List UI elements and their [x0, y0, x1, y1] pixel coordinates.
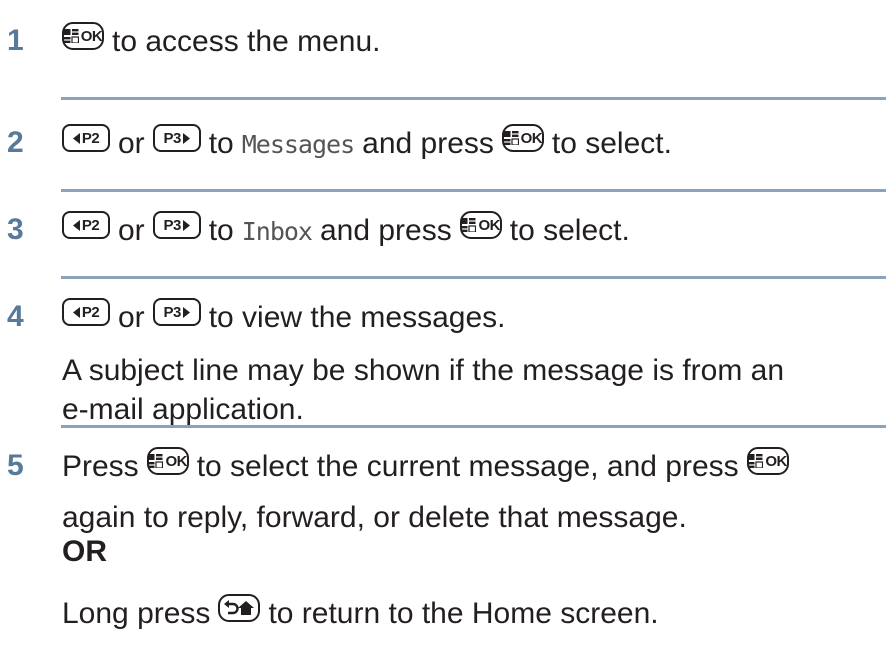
step-text: or	[118, 214, 145, 247]
menu-item-name: Messages	[241, 129, 355, 159]
key-label: P2	[81, 303, 100, 321]
step-text: and press	[362, 127, 494, 160]
step-3-line: P2 or P3 to Inbox and press OK to select.	[62, 211, 638, 248]
key-label: P2	[81, 216, 100, 234]
step-5-line-1: Press OK to select the current message, …	[62, 447, 797, 484]
p3-key: P3	[152, 124, 201, 152]
step-text: to select.	[551, 127, 672, 160]
step-text: to select.	[509, 214, 630, 247]
ok-menu-key: OK	[501, 124, 544, 152]
step-1-line: OK to access the menu.	[62, 22, 388, 59]
key-label: OK	[520, 129, 543, 147]
key-label: OK	[478, 216, 500, 234]
step-5-line-2: again to reply, forward, or delete that …	[62, 501, 687, 534]
step-text: and press	[319, 214, 452, 247]
key-label: OK	[80, 27, 103, 45]
right-triangle-icon	[182, 132, 190, 144]
step-number: 3	[7, 213, 24, 246]
key-label: P2	[81, 129, 100, 147]
step-text: to view the messages.	[208, 301, 506, 334]
menu-grid-icon	[148, 454, 164, 468]
ok-menu-key: OK	[459, 211, 502, 239]
left-triangle-icon	[72, 306, 80, 318]
step-number: 5	[7, 449, 24, 482]
menu-grid-icon	[748, 454, 764, 468]
key-label: P3	[163, 216, 182, 234]
ok-menu-key: OK	[146, 447, 189, 475]
step-5-line-3: Long press to return to the Home screen.	[62, 594, 659, 631]
menu-grid-icon	[461, 218, 477, 232]
step-4-note-line-2: e-mail application.	[62, 393, 304, 426]
p3-key: P3	[152, 298, 201, 326]
step-4-line: P2 or P3 to view the messages.	[62, 298, 514, 335]
key-label: P3	[163, 303, 182, 321]
step-text: to access the menu.	[112, 25, 381, 58]
divider	[61, 425, 886, 428]
step-number: 1	[7, 24, 24, 57]
menu-item-name: Inbox	[241, 216, 313, 246]
step-number: 2	[7, 126, 24, 159]
p3-key: P3	[152, 211, 201, 239]
key-label: OK	[165, 452, 187, 470]
key-label: P3	[163, 129, 182, 147]
menu-grid-icon	[63, 29, 79, 43]
step-text: to	[208, 127, 234, 160]
step-5-text-a: Press	[62, 450, 139, 483]
key-label: OK	[765, 452, 787, 470]
step-text: or	[118, 127, 145, 160]
left-triangle-icon	[72, 132, 80, 144]
step-5-text-d: to return to the Home screen.	[268, 597, 659, 630]
step-text: to	[208, 214, 234, 247]
p2-key: P2	[62, 124, 110, 152]
step-4-note-line-1: A subject line may be shown if the messa…	[62, 354, 785, 387]
step-number: 4	[7, 300, 24, 333]
right-triangle-icon	[182, 306, 190, 318]
step-5-text-c: Long press	[62, 597, 211, 630]
step-2-line: P2 or P3 to Messages and press OK to select.	[62, 124, 680, 161]
divider	[61, 97, 886, 100]
divider	[61, 276, 886, 279]
back-home-icon	[223, 599, 255, 617]
step-5-text-b: to select the current message, and press	[196, 450, 739, 483]
ok-menu-key: OK	[746, 447, 789, 475]
divider	[61, 189, 886, 192]
left-triangle-icon	[72, 219, 80, 231]
right-triangle-icon	[182, 219, 190, 231]
step-text: or	[118, 301, 145, 334]
ok-menu-key: OK	[62, 22, 104, 50]
menu-grid-icon	[503, 131, 519, 145]
or-label: OR	[62, 535, 107, 568]
p2-key: P2	[62, 211, 110, 239]
p2-key: P2	[62, 298, 110, 326]
back-home-key	[218, 594, 261, 622]
